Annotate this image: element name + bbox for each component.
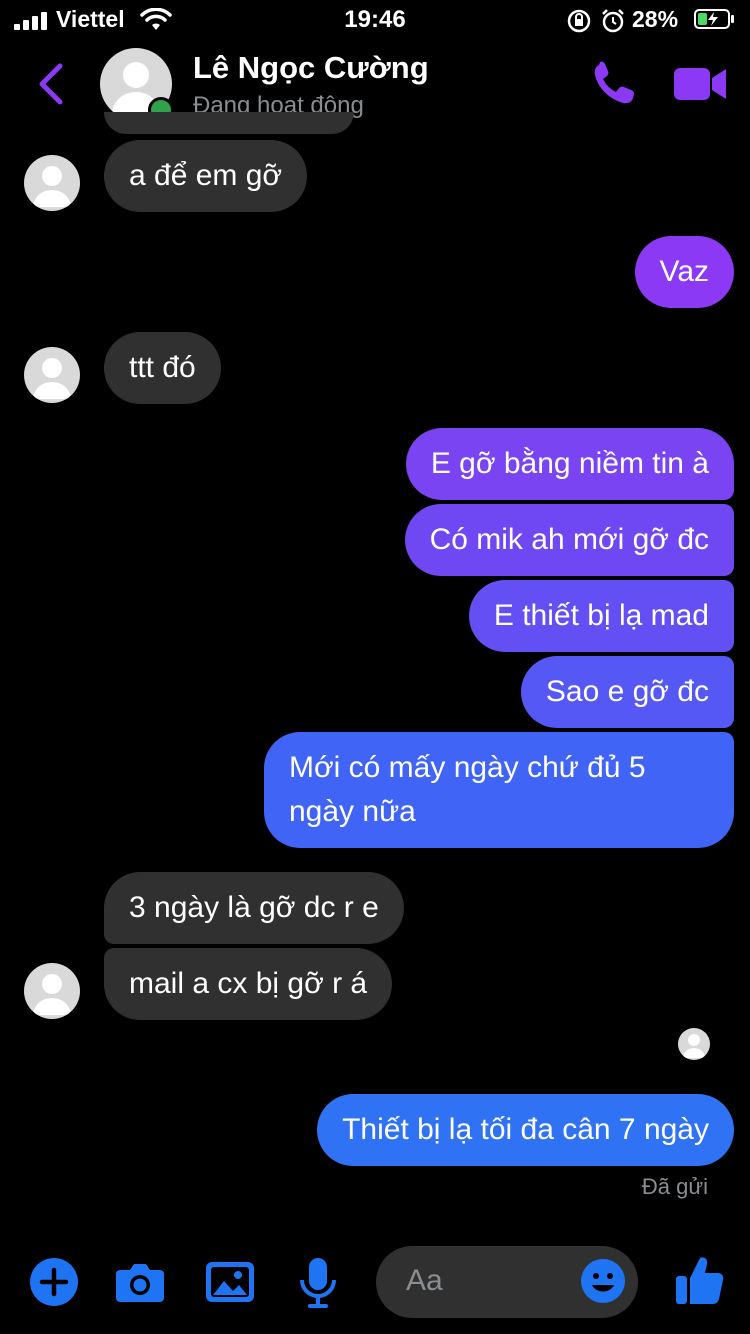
outgoing-message[interactable]: Thiết bị lạ tối đa cân 7 ngày: [317, 1094, 734, 1166]
camera-icon[interactable]: [114, 1256, 166, 1308]
outgoing-message[interactable]: E thiết bị lạ mad: [468, 580, 734, 652]
microphone-icon[interactable]: [292, 1256, 344, 1308]
previous-message-bubble: [104, 112, 354, 134]
sender-avatar: [24, 155, 80, 211]
outgoing-message[interactable]: Vaz: [634, 236, 734, 308]
sender-avatar: [24, 347, 80, 403]
status-bar: Viettel 19:46 28%: [0, 0, 750, 40]
outgoing-message[interactable]: E gỡ bằng niềm tin à: [405, 428, 734, 500]
incoming-message[interactable]: 3 ngày là gỡ dc r e: [104, 872, 404, 944]
back-arrow-icon[interactable]: [34, 62, 74, 106]
alarm-icon: [602, 9, 624, 33]
delivery-status: Đã gửi: [641, 1174, 708, 1199]
incoming-message[interactable]: ttt đó: [104, 332, 221, 404]
phone-icon[interactable]: [590, 60, 640, 108]
battery-icon: [694, 9, 734, 29]
sender-avatar: [24, 963, 80, 1019]
outgoing-message[interactable]: Sao e gỡ đc: [520, 656, 734, 728]
video-camera-icon[interactable]: [672, 62, 728, 106]
outgoing-message[interactable]: Mới có mấy ngày chứ đủ 5 ngày nữa: [264, 732, 734, 848]
seen-indicator-avatar: [678, 1028, 710, 1060]
message-input-placeholder: Aa: [406, 1264, 443, 1297]
contact-name[interactable]: Lê Ngọc Cường: [193, 50, 429, 86]
battery-percent: 28%: [632, 6, 679, 32]
outgoing-message[interactable]: Có mik ah mới gỡ đc: [404, 504, 734, 576]
incoming-message[interactable]: mail a cx bị gỡ r á: [104, 948, 393, 1020]
thumbs-up-icon[interactable]: [674, 1254, 724, 1306]
emoji-icon[interactable]: [580, 1258, 626, 1304]
plus-icon[interactable]: [28, 1256, 80, 1308]
gallery-icon[interactable]: [204, 1256, 256, 1308]
incoming-message[interactable]: a để em gỡ: [104, 140, 308, 212]
rotation-lock-icon: [567, 9, 591, 33]
